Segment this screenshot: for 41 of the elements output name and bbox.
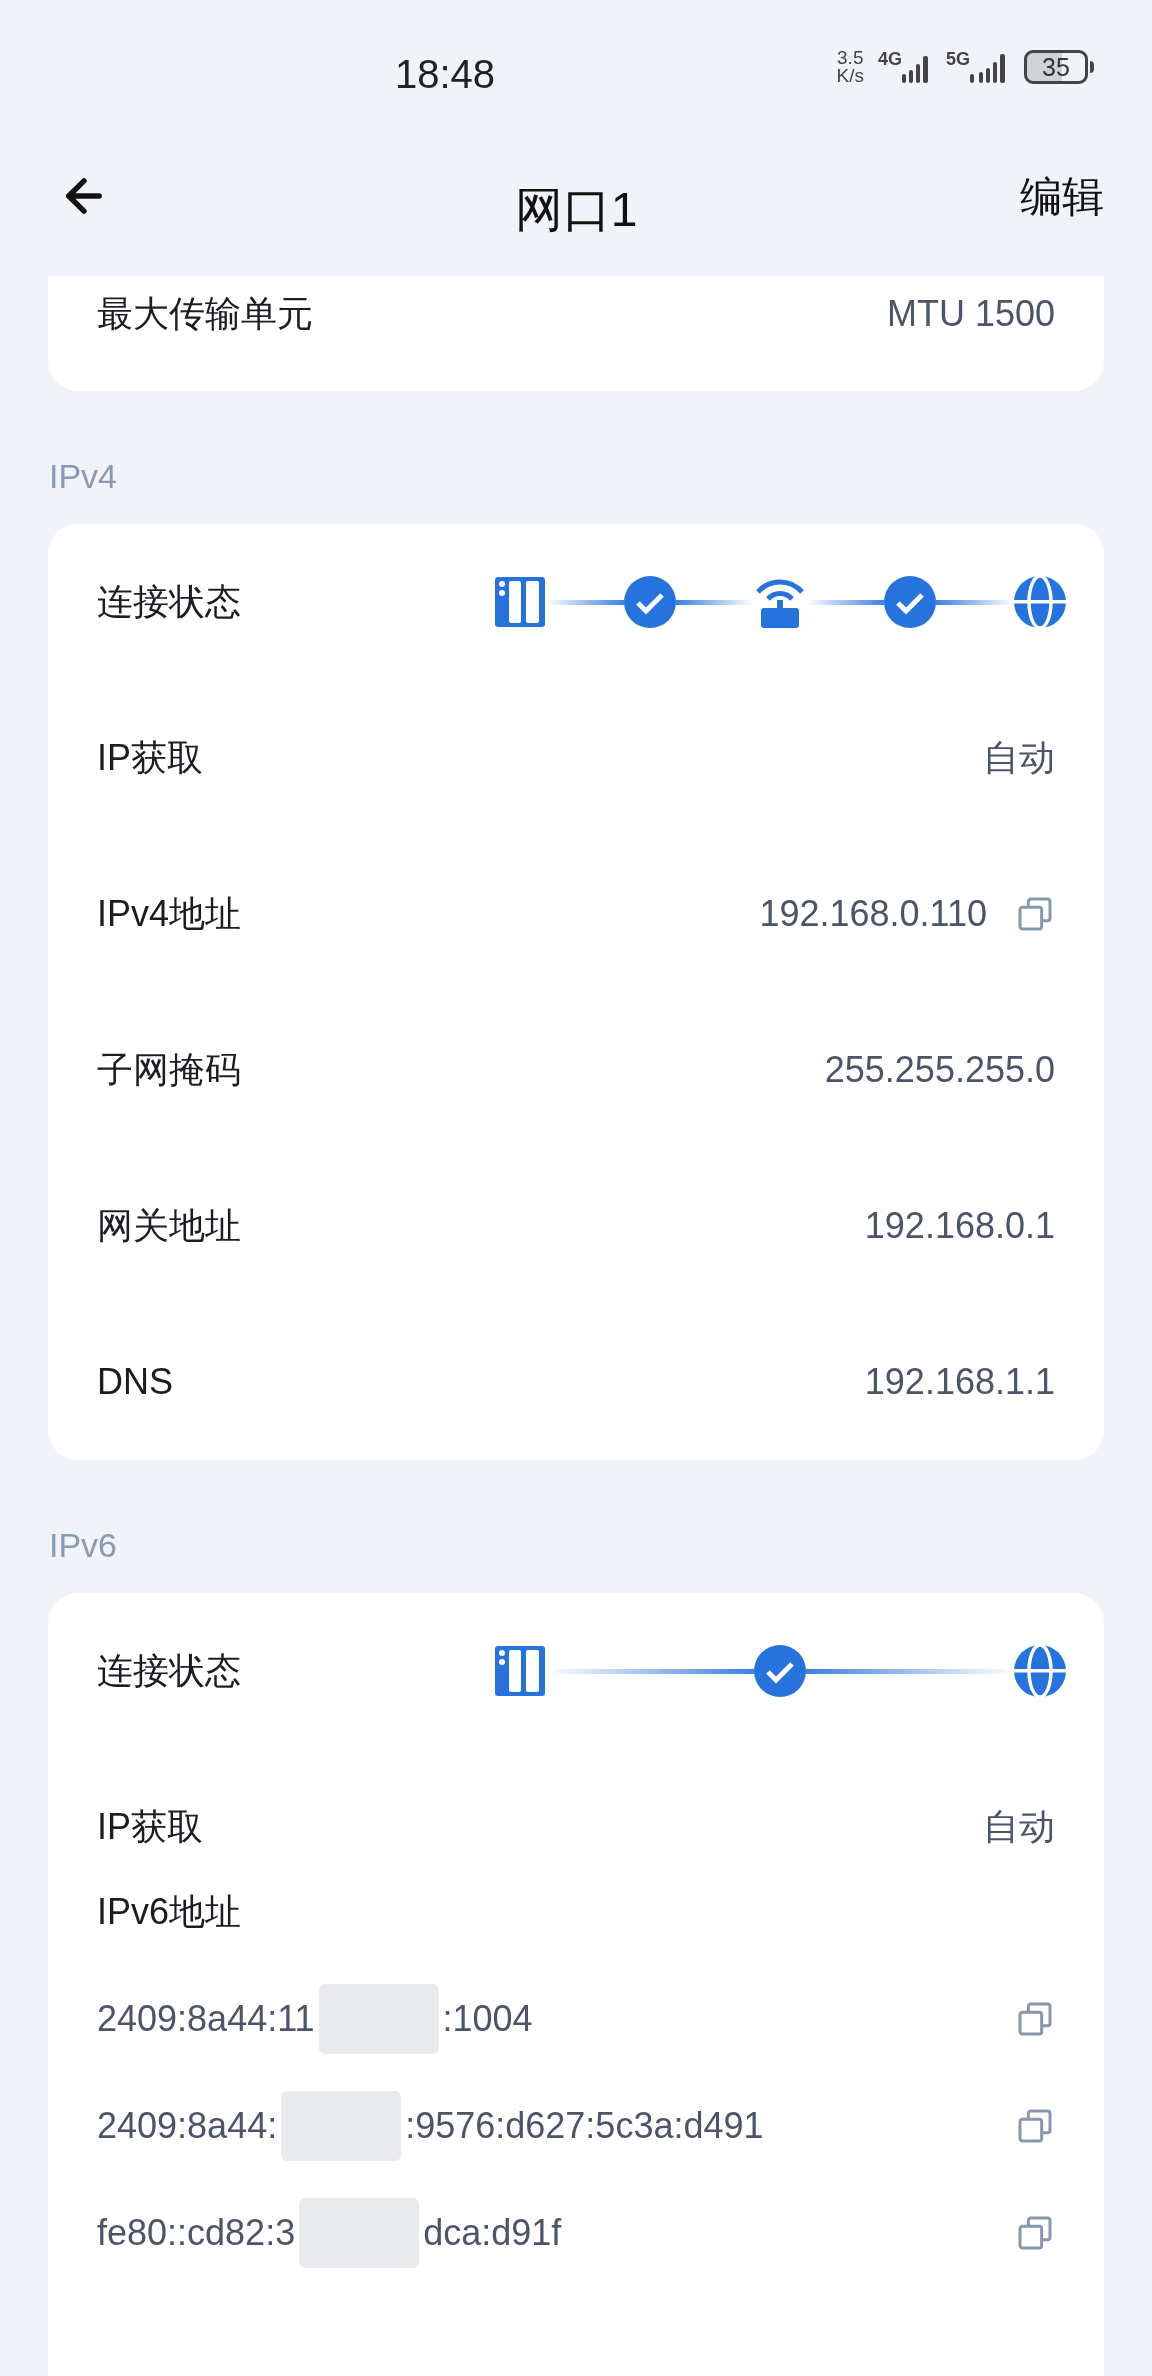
row-value: 192.168.0.1	[864, 1204, 1055, 1248]
row-label: 最大传输单元	[97, 292, 313, 336]
globe-icon	[1014, 576, 1066, 628]
row-label: 网关地址	[97, 1204, 241, 1248]
device-icon	[494, 1645, 546, 1697]
row-label: IP获取	[97, 736, 203, 780]
address-text: :9576:d627:5c3a:d491	[405, 2103, 764, 2148]
address-text: fe80::cd82:3	[97, 2210, 296, 2255]
check-icon	[624, 576, 676, 628]
battery-indicator: 35	[1024, 50, 1088, 84]
network-type: 4G	[877, 50, 902, 68]
row-label: 连接状态	[97, 1649, 241, 1693]
row-value: 192.168.0.110	[759, 892, 987, 936]
row-label: IPv6地址	[97, 1890, 242, 1934]
edit-button[interactable]: 编辑	[1020, 164, 1104, 228]
network-type: 5G	[946, 50, 970, 68]
row-value: MTU 1500	[886, 292, 1055, 336]
row-value: 自动	[983, 736, 1055, 780]
row-label: 连接状态	[97, 580, 241, 624]
address-text: dca:d91f	[423, 2210, 562, 2255]
router-icon	[754, 576, 806, 628]
check-icon	[884, 576, 936, 628]
page-title: 网口1	[514, 182, 638, 238]
section-title: IPv6	[49, 1525, 118, 1566]
address-text: :1004	[442, 1996, 533, 2041]
row-label: IPv4地址	[97, 892, 242, 936]
network-speed: 3.5	[837, 49, 864, 67]
address-text: 2409:8a44:11	[97, 1996, 315, 2041]
section-title: IPv4	[49, 456, 118, 497]
row-value: 255.255.255.0	[824, 1048, 1055, 1092]
row-label: 子网掩码	[97, 1048, 241, 1092]
row-label: DNS	[97, 1360, 173, 1404]
row-value: 192.168.1.1	[864, 1360, 1055, 1404]
row-label: IP获取	[97, 1805, 203, 1849]
globe-icon	[1014, 1645, 1066, 1697]
row-value: 自动	[983, 1805, 1055, 1849]
network-speed-unit: K/s	[836, 67, 864, 85]
status-time: 18:48	[395, 51, 496, 98]
address-text: 2409:8a44:	[97, 2103, 278, 2148]
check-icon	[754, 1645, 806, 1697]
device-icon	[494, 576, 546, 628]
